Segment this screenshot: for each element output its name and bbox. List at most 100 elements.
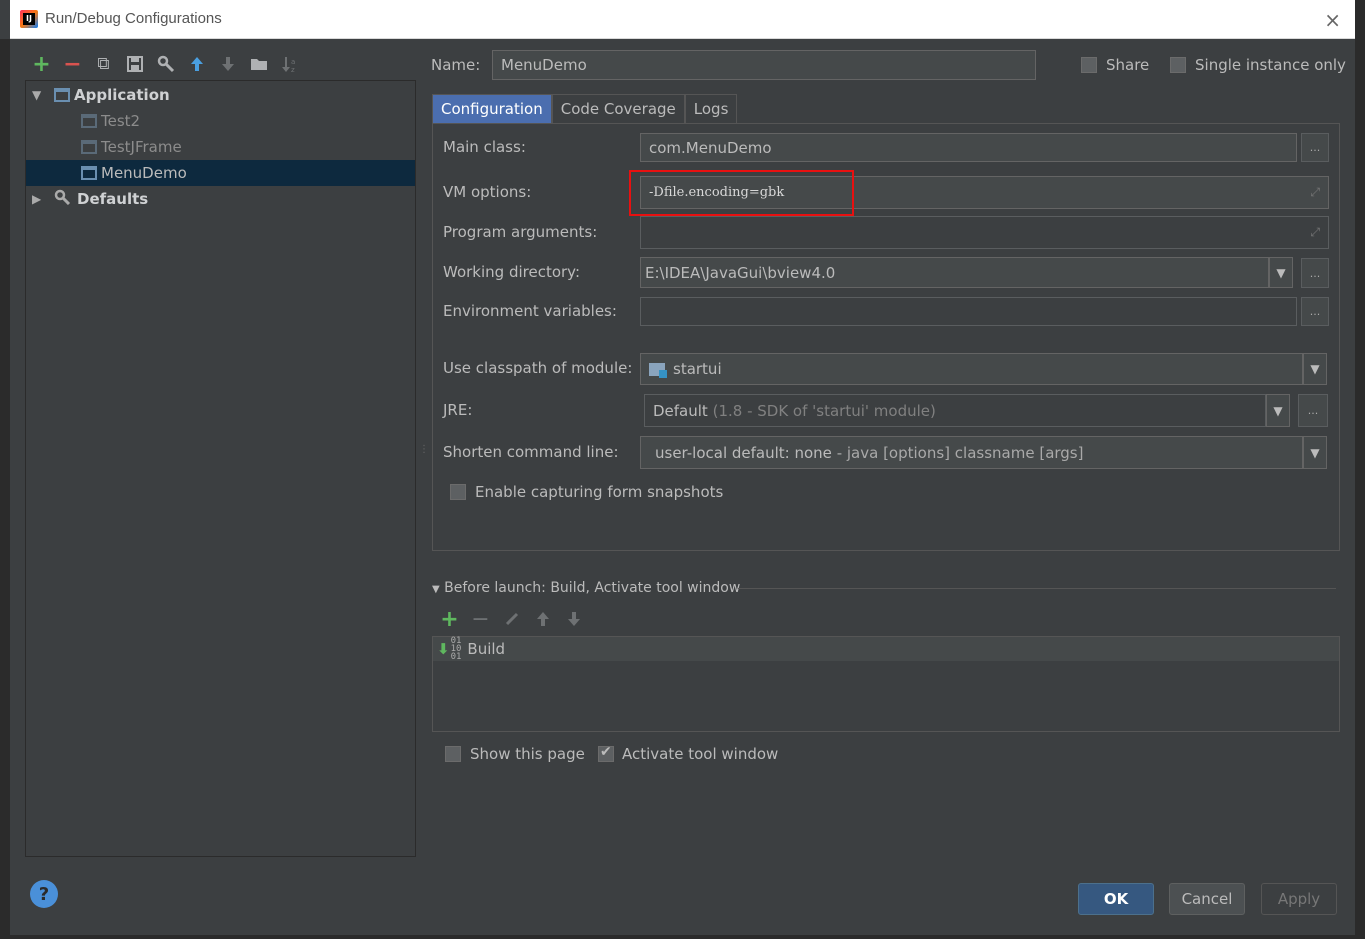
intellij-logo-icon (20, 10, 38, 28)
tree-node-defaults[interactable]: ▶ Defaults (26, 186, 415, 212)
expand-icon[interactable]: ⤢ (1310, 185, 1320, 200)
expanded-arrow-icon[interactable]: ▼ (32, 88, 46, 102)
tab-code-coverage[interactable]: Code Coverage (551, 94, 685, 123)
classpath-module-dropdown[interactable]: ▼ (1303, 353, 1327, 385)
shorten-command-line-dropdown[interactable]: ▼ (1303, 436, 1327, 469)
tree-label-application: Application (74, 86, 170, 104)
edit-task-icon[interactable] (496, 607, 527, 631)
close-icon[interactable]: × (1324, 8, 1341, 32)
collapsed-arrow-icon[interactable]: ▶ (32, 192, 46, 206)
copy-icon[interactable]: ⧉ (88, 52, 119, 76)
single-instance-label: Single instance only (1195, 56, 1346, 74)
working-directory-browse-button[interactable]: ... (1301, 258, 1329, 288)
before-launch-header[interactable]: ▼ Before launch: Build, Activate tool wi… (432, 580, 740, 596)
task-build-label: Build (467, 640, 506, 658)
tab-configuration[interactable]: Configuration (432, 94, 552, 123)
share-checkbox[interactable] (1081, 57, 1097, 73)
svg-text:a: a (291, 58, 295, 66)
move-task-down-icon[interactable] (558, 607, 589, 631)
move-task-up-icon[interactable] (527, 607, 558, 631)
task-build[interactable]: ⬇ 01 10 01 Build (433, 636, 1339, 662)
splitter-handle[interactable]: ⋮ (419, 444, 429, 455)
activate-tool-window-label: Activate tool window (622, 745, 779, 763)
working-directory-label: Working directory: (443, 263, 581, 281)
name-input[interactable]: MenuDemo (492, 50, 1036, 80)
jre-detail: (1.8 - SDK of 'startui' module) (712, 401, 936, 420)
apply-button[interactable]: Apply (1261, 883, 1337, 915)
folder-icon[interactable] (243, 52, 274, 76)
application-config-icon (81, 114, 97, 128)
single-instance-checkbox[interactable] (1170, 57, 1186, 73)
add-task-icon[interactable]: + (434, 607, 465, 632)
program-arguments-input[interactable]: ⤢ (640, 216, 1329, 249)
jre-browse-button[interactable]: ... (1298, 394, 1328, 427)
vm-options-input[interactable]: -Dfile.encoding=gbk ⤢ (640, 176, 1329, 209)
environment-variables-browse-button[interactable]: ... (1301, 297, 1329, 326)
configuration-tree[interactable]: ▼ Application Test2 TestJFrame MenuDemo … (25, 80, 416, 857)
jre-label: JRE: (443, 401, 473, 419)
classpath-module-value: startui (673, 360, 722, 378)
expand-icon[interactable]: ⤢ (1310, 225, 1320, 240)
frame-right (1355, 0, 1365, 939)
classpath-module-label: Use classpath of module: (443, 359, 633, 377)
shorten-value: user-local default: none (655, 443, 832, 462)
main-class-input[interactable]: com.MenuDemo (640, 133, 1297, 162)
show-page-checkbox[interactable] (445, 746, 461, 762)
tree-node-application[interactable]: ▼ Application (26, 82, 415, 108)
before-launch-task-list[interactable]: ⬇ 01 10 01 Build (432, 636, 1340, 732)
activate-tool-window-checkbox[interactable] (598, 744, 614, 762)
shorten-detail: - java [options] classname [args] (836, 443, 1084, 462)
enable-snapshots-label: Enable capturing form snapshots (475, 483, 724, 501)
shorten-command-line-label: Shorten command line: (443, 443, 619, 461)
tree-item-menudemo[interactable]: MenuDemo (26, 160, 415, 186)
tab-logs[interactable]: Logs (684, 94, 738, 123)
tree-item-label: Test2 (101, 112, 141, 130)
build-arrow-icon: ⬇ (437, 640, 450, 658)
environment-variables-input[interactable] (640, 297, 1297, 326)
jre-select[interactable]: Default (1.8 - SDK of 'startui' module) (644, 394, 1266, 427)
vm-options-value: -Dfile.encoding=gbk (649, 185, 785, 200)
move-up-icon[interactable] (181, 52, 212, 76)
save-icon[interactable] (119, 52, 150, 76)
application-icon (54, 88, 70, 102)
tree-item-testjframe[interactable]: TestJFrame (26, 134, 415, 160)
environment-variables-label: Environment variables: (443, 302, 617, 320)
cancel-button[interactable]: Cancel (1169, 883, 1245, 915)
add-icon[interactable]: + (26, 52, 57, 77)
tree-label-defaults: Defaults (77, 190, 149, 208)
defaults-wrench-icon (54, 189, 72, 209)
svg-text:z: z (291, 66, 295, 73)
classpath-module-select[interactable]: startui (640, 353, 1303, 385)
working-directory-dropdown[interactable]: ▼ (1269, 257, 1293, 288)
build-binary-icon: 01 10 01 (450, 636, 462, 662)
show-page-label: Show this page (470, 745, 585, 763)
jre-value: Default (653, 401, 708, 420)
before-launch-toolbar: + − (434, 607, 589, 632)
module-folder-icon (649, 362, 667, 378)
help-icon[interactable]: ? (30, 880, 58, 908)
move-down-icon[interactable] (212, 52, 243, 76)
wrench-icon[interactable] (150, 52, 181, 76)
working-directory-input[interactable]: E:\IDEA\JavaGui\bview4.0 (640, 257, 1269, 288)
tree-item-test2[interactable]: Test2 (26, 108, 415, 134)
application-config-icon (81, 140, 97, 154)
tree-item-label: TestJFrame (101, 138, 182, 156)
ok-button[interactable]: OK (1078, 883, 1154, 915)
window-title: Run/Debug Configurations (45, 10, 222, 27)
remove-task-icon[interactable]: − (465, 607, 496, 632)
main-class-label: Main class: (443, 138, 526, 156)
share-label: Share (1106, 56, 1150, 74)
main-class-browse-button[interactable]: ... (1301, 133, 1329, 162)
tree-item-label: MenuDemo (101, 164, 187, 182)
jre-dropdown[interactable]: ▼ (1266, 394, 1290, 427)
name-label: Name: (431, 56, 481, 74)
title-bar: Run/Debug Configurations × (10, 0, 1355, 39)
program-arguments-label: Program arguments: (443, 223, 598, 241)
enable-snapshots-checkbox[interactable] (450, 484, 466, 500)
collapse-arrow-icon[interactable]: ▼ (432, 584, 440, 595)
remove-icon[interactable]: − (57, 52, 88, 77)
vm-options-label: VM options: (443, 183, 532, 201)
before-launch-title: Before launch: Build, Activate tool wind… (444, 580, 741, 596)
shorten-command-line-select[interactable]: user-local default: none - java [options… (640, 436, 1303, 469)
sort-icon[interactable]: az (274, 52, 305, 76)
